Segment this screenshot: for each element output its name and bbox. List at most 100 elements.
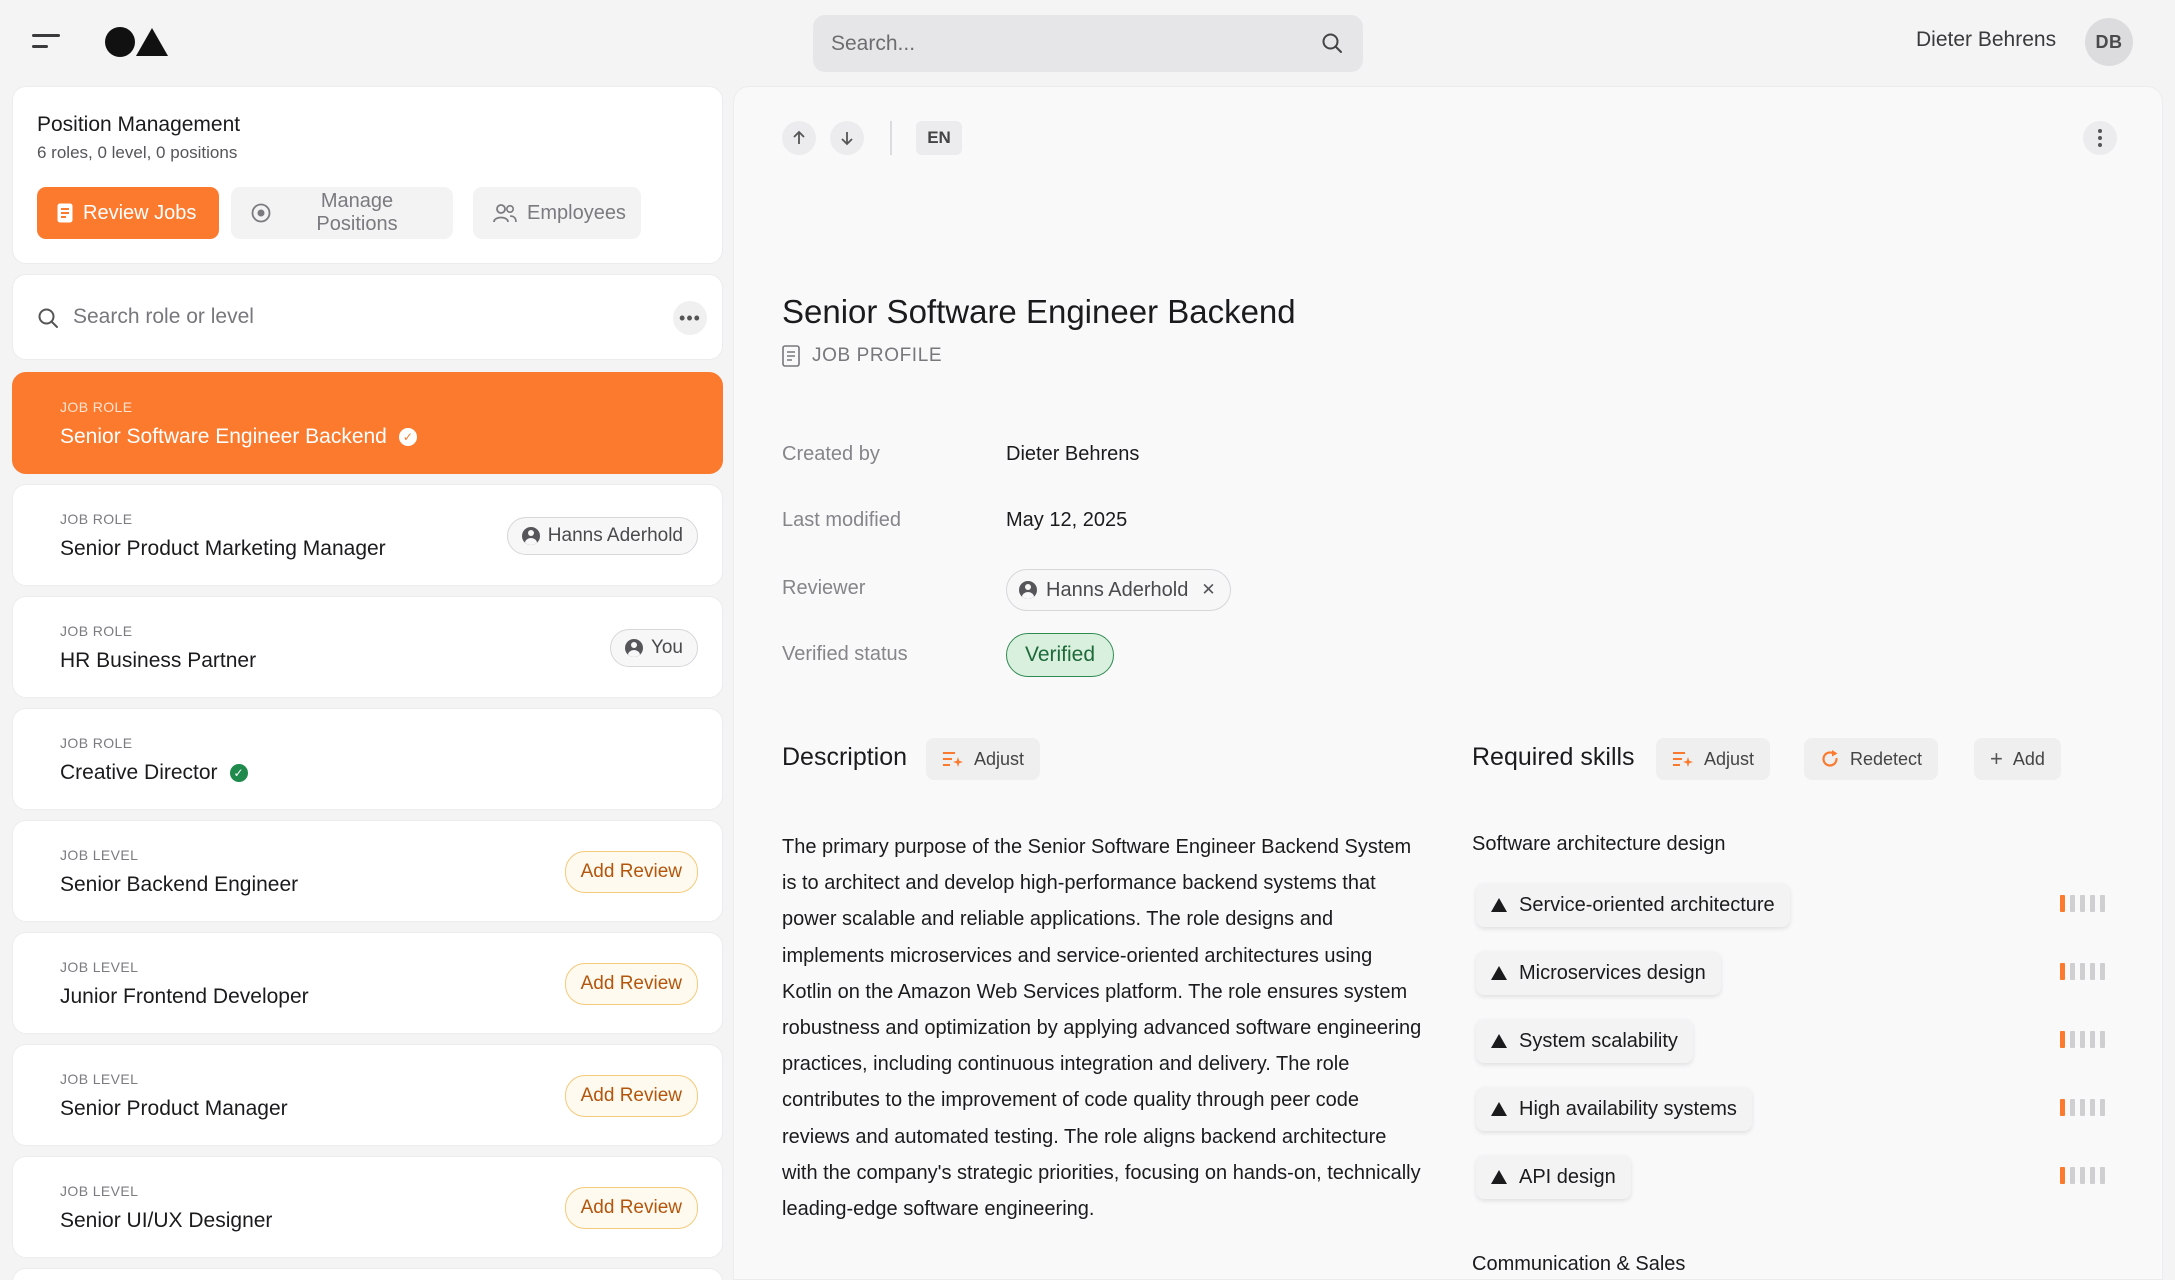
role-kind: JOB LEVEL (60, 847, 139, 863)
close-icon[interactable]: ✕ (1201, 580, 1215, 600)
users-icon (493, 203, 517, 223)
verified-check-icon: ✓ (229, 764, 248, 782)
skill-level-bars (2060, 1099, 2105, 1116)
skill-name: Microservices design (1519, 961, 1706, 984)
role-name: Creative Director (60, 761, 218, 784)
adjust-label: Adjust (1704, 748, 1755, 769)
role-name: Senior Product Manager (60, 1097, 288, 1120)
review-jobs-button[interactable]: Review Jobs (37, 187, 219, 239)
last-modified-value: May 12, 2025 (1006, 509, 1128, 531)
last-modified-label: Last modified (782, 509, 901, 531)
assignee-chip[interactable]: You (609, 629, 698, 667)
role-kind: JOB LEVEL (60, 1183, 139, 1199)
global-search (813, 15, 1363, 72)
role-list-item[interactable]: JOB ROLE HR Business Partner You (12, 596, 723, 698)
skill-chip[interactable]: API design (1476, 1155, 1631, 1199)
review-jobs-label: Review Jobs (83, 201, 197, 224)
created-by-value: Dieter Behrens (1006, 443, 1140, 465)
employees-button[interactable]: Employees (473, 187, 641, 239)
triangle-icon (1491, 1170, 1507, 1184)
role-kind: JOB ROLE (60, 399, 133, 415)
manage-positions-button[interactable]: Manage Positions (231, 187, 453, 239)
add-review-button[interactable]: Add Review (564, 963, 698, 1005)
adjust-skills-button[interactable]: Adjust (1656, 738, 1771, 780)
skill-name: High availability systems (1519, 1097, 1737, 1120)
role-name-row: Junior Frontend Developer (60, 985, 309, 1009)
top-bar: Dieter Behrens DB (0, 0, 2175, 84)
add-review-button[interactable]: Add Review (564, 851, 698, 893)
position-management-card: Position Management 6 roles, 0 level, 0 … (12, 86, 723, 264)
reviewer-name: Hanns Aderhold (1046, 578, 1189, 601)
redetect-label: Redetect (1850, 748, 1923, 769)
role-name-row: Creative Director ✓ (60, 761, 248, 785)
assignee-chip[interactable]: Hanns Aderhold (506, 517, 698, 555)
role-kind: JOB ROLE (60, 623, 133, 639)
verified-check-icon: ✓ (398, 428, 417, 446)
verified-status-label: Verified status (782, 643, 908, 665)
refresh-icon (1820, 749, 1840, 769)
page-title: Position Management (37, 113, 241, 136)
role-kind: JOB LEVEL (60, 1071, 139, 1087)
adjust-description-button[interactable]: Adjust (926, 738, 1041, 780)
add-review-button[interactable]: Add Review (564, 1187, 698, 1229)
add-skill-button[interactable]: + Add (1974, 738, 2061, 780)
person-icon (521, 527, 540, 545)
arrow-up-icon[interactable] (782, 121, 816, 155)
assignee-name: Hanns Aderhold (547, 525, 683, 546)
skill-chip[interactable]: High availability systems (1476, 1087, 1752, 1131)
role-name: Junior Frontend Developer (60, 985, 309, 1008)
triangle-icon (1491, 966, 1507, 980)
arrow-down-icon[interactable] (830, 121, 864, 155)
sparkle-adjust-icon (1672, 750, 1694, 768)
reviewer-chip[interactable]: Hanns Aderhold ✕ (1006, 569, 1231, 611)
skill-chip[interactable]: System scalability (1476, 1019, 1693, 1063)
skill-chip[interactable]: Microservices design (1476, 951, 1721, 995)
role-list-item[interactable]: JOB LEVEL Junior Frontend Developer Add … (12, 932, 723, 1034)
role-name: HR Business Partner (60, 649, 257, 672)
language-toggle[interactable]: EN (916, 121, 962, 155)
skill-group-title: Software architecture design (1472, 833, 1726, 855)
global-search-input[interactable] (831, 15, 1301, 72)
avatar[interactable]: DB (2085, 18, 2133, 66)
role-list-item[interactable]: JOB LEVEL Senior UI/UX Designer Add Revi… (12, 1156, 723, 1258)
divider (890, 121, 892, 155)
job-detail-panel: EN Senior Software Engineer Backend JOB … (733, 86, 2163, 1280)
role-kind: JOB ROLE (60, 511, 133, 527)
role-list-item[interactable]: JOB ROLE Senior Product Marketing Manage… (12, 484, 723, 586)
role-name: Senior UI/UX Designer (60, 1209, 273, 1232)
app-logo (105, 27, 168, 57)
skill-chip[interactable]: Service-oriented architecture (1476, 883, 1790, 927)
role-list-item[interactable]: JOB LEVEL Senior Product Manager Add Rev… (12, 1044, 723, 1146)
role-name-row: Senior Product Manager (60, 1097, 288, 1121)
role-search-input[interactable] (73, 297, 633, 337)
skill-name: System scalability (1519, 1029, 1678, 1052)
user-name: Dieter Behrens (1916, 28, 2057, 51)
add-review-button[interactable]: Add Review (564, 1075, 698, 1117)
search-icon[interactable] (1321, 32, 1343, 54)
job-profile-text: JOB PROFILE (812, 345, 943, 366)
role-list-item[interactable]: JOB ROLE Creative Director ✓ (12, 708, 723, 810)
role-list-item[interactable] (12, 1268, 723, 1280)
job-profile-label: JOB PROFILE (782, 345, 942, 367)
skill-level-bars (2060, 963, 2105, 980)
role-list-item[interactable]: JOB LEVEL Senior Backend Engineer Add Re… (12, 820, 723, 922)
role-kind: JOB LEVEL (60, 959, 139, 975)
skill-level-bars (2060, 1167, 2105, 1184)
search-icon (37, 307, 59, 329)
triangle-icon (1491, 1034, 1507, 1048)
status-badge: Verified (1006, 633, 1115, 677)
menu-icon[interactable] (32, 34, 60, 52)
skill-level-bars (2060, 895, 2105, 912)
triangle-icon (1491, 1102, 1507, 1116)
person-icon (624, 639, 643, 657)
assignee-name: You (650, 637, 683, 658)
skill-name: API design (1519, 1165, 1616, 1188)
role-list-item[interactable]: JOB ROLE Senior Software Engineer Backen… (12, 372, 723, 474)
redetect-button[interactable]: Redetect (1804, 738, 1939, 780)
more-options-icon[interactable]: ••• (673, 301, 707, 335)
plus-icon: + (1990, 746, 2003, 771)
role-name-row: Senior Backend Engineer (60, 873, 298, 897)
job-title: Senior Software Engineer Backend (782, 293, 1296, 330)
role-name-row: Senior UI/UX Designer (60, 1209, 272, 1233)
kebab-menu-icon[interactable] (2083, 121, 2117, 155)
